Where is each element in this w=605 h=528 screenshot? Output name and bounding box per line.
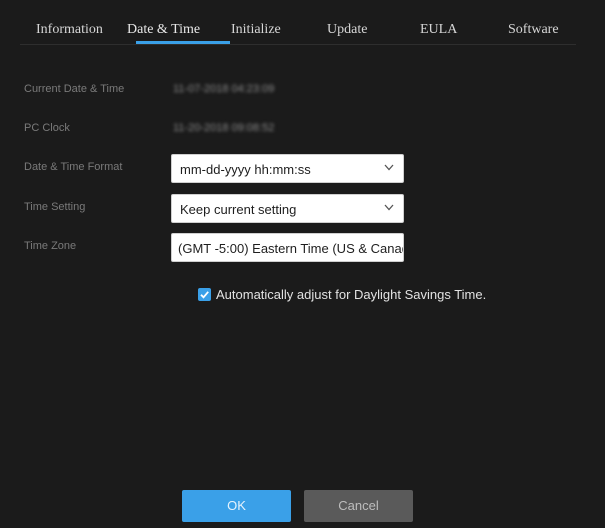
checkmark-icon — [200, 291, 209, 299]
tab-information[interactable]: Information — [36, 22, 103, 38]
current-datetime-value: 11-07-2018 04:23:09 — [173, 83, 275, 95]
ok-button[interactable]: OK — [182, 490, 291, 522]
time-setting-select[interactable]: Keep current setting — [171, 194, 404, 223]
time-setting-select-value: Keep current setting — [180, 202, 297, 217]
chevron-down-icon — [384, 204, 394, 211]
time-zone-value: (GMT -5:00) Eastern Time (US & Canada) — [178, 241, 404, 256]
tab-bar: Information Date & Time Initialize Updat… — [20, 12, 576, 45]
pc-clock-label: PC Clock — [24, 122, 70, 134]
chevron-down-icon — [384, 164, 394, 171]
time-zone-field[interactable]: (GMT -5:00) Eastern Time (US & Canada) — [171, 233, 404, 262]
format-select-value: mm-dd-yyyy hh:mm:ss — [180, 162, 311, 177]
format-label: Date & Time Format — [24, 161, 123, 173]
daylight-savings-checkbox[interactable] — [198, 288, 211, 301]
pc-clock-value: 11-20-2018 09:08:52 — [173, 122, 275, 134]
active-tab-indicator — [136, 41, 230, 44]
tab-date-time[interactable]: Date & Time — [127, 22, 200, 38]
time-setting-label: Time Setting — [24, 201, 86, 213]
tab-update[interactable]: Update — [327, 22, 367, 38]
tab-software[interactable]: Software — [508, 22, 559, 38]
time-zone-label: Time Zone — [24, 240, 77, 252]
format-select[interactable]: mm-dd-yyyy hh:mm:ss — [171, 154, 404, 183]
daylight-savings-label[interactable]: Automatically adjust for Daylight Saving… — [216, 287, 486, 302]
cancel-button[interactable]: Cancel — [304, 490, 413, 522]
tab-eula[interactable]: EULA — [420, 22, 457, 38]
tab-initialize[interactable]: Initialize — [231, 22, 281, 38]
current-datetime-label: Current Date & Time — [24, 83, 125, 95]
settings-page: Information Date & Time Initialize Updat… — [0, 0, 605, 528]
